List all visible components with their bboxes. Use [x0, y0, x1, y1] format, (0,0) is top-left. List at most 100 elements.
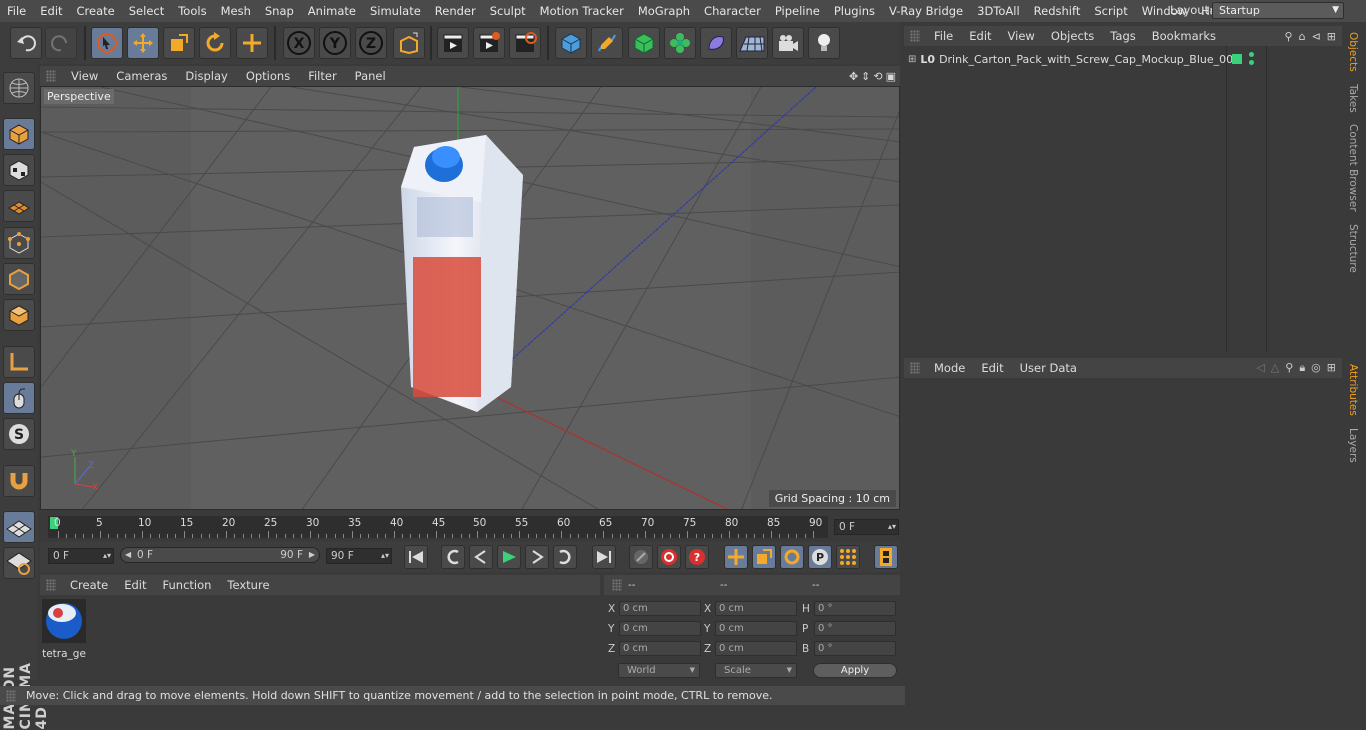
- material-menu-texture[interactable]: Texture: [219, 578, 277, 592]
- go-to-start-icon[interactable]: [404, 545, 428, 569]
- render-view-icon[interactable]: [437, 27, 469, 59]
- size-z-field[interactable]: 0 cm: [715, 641, 797, 656]
- tab-takes[interactable]: Takes: [1347, 84, 1359, 113]
- next-frame-icon[interactable]: [525, 545, 549, 569]
- menu-simulate[interactable]: Simulate: [363, 0, 428, 22]
- key-parameter-icon[interactable]: P: [808, 545, 832, 569]
- attributes-menu-user-data[interactable]: User Data: [1012, 361, 1085, 375]
- rotation-b-field[interactable]: 0 °: [814, 641, 896, 656]
- record-keys-icon[interactable]: [629, 545, 653, 569]
- render-visibility-dot[interactable]: [1249, 60, 1254, 65]
- next-key-icon[interactable]: [553, 545, 577, 569]
- layout-dropdown[interactable]: Startup ▼: [1212, 2, 1344, 19]
- edges-mode-icon[interactable]: [3, 263, 35, 295]
- menu-mesh[interactable]: Mesh: [214, 0, 258, 22]
- floor-icon[interactable]: [736, 27, 768, 59]
- menu-motion-tracker[interactable]: Motion Tracker: [533, 0, 631, 22]
- tab-objects[interactable]: Objects: [1347, 32, 1359, 72]
- tab-attributes[interactable]: Attributes: [1347, 364, 1359, 416]
- go-to-end-icon[interactable]: [592, 545, 616, 569]
- previous-frame-icon[interactable]: [469, 545, 493, 569]
- texture-mode-icon[interactable]: [3, 154, 35, 186]
- z-axis-icon[interactable]: Z: [355, 27, 387, 59]
- start-frame-field[interactable]: 0 F ▴▾: [48, 548, 114, 564]
- objects-menu-view[interactable]: View: [1000, 29, 1043, 43]
- y-axis-icon[interactable]: Y: [319, 27, 351, 59]
- snap-settings-icon[interactable]: [3, 547, 35, 579]
- menu-script[interactable]: Script: [1087, 0, 1134, 22]
- menu-file[interactable]: File: [0, 0, 33, 22]
- solo-icon[interactable]: S: [3, 418, 35, 450]
- redo-icon[interactable]: [45, 27, 77, 59]
- size-y-field[interactable]: 0 cm: [715, 621, 797, 636]
- workplane-icon[interactable]: [3, 72, 35, 104]
- autokeying-icon[interactable]: [657, 545, 681, 569]
- polygons-mode-icon[interactable]: [3, 299, 35, 331]
- back-arrow-icon[interactable]: ◁: [1256, 361, 1264, 375]
- render-picture-viewer-icon[interactable]: [473, 27, 505, 59]
- menu-snap[interactable]: Snap: [258, 0, 301, 22]
- points-mode-icon[interactable]: [3, 227, 35, 259]
- menu-animate[interactable]: Animate: [301, 0, 363, 22]
- model-mode-icon[interactable]: [3, 118, 35, 150]
- material-menu-function[interactable]: Function: [155, 578, 220, 592]
- lock-icon[interactable]: 🔒︎: [1299, 361, 1305, 375]
- pen-icon[interactable]: [591, 27, 623, 59]
- menu-sculpt[interactable]: Sculpt: [483, 0, 533, 22]
- material-menu-edit[interactable]: Edit: [116, 578, 154, 592]
- menu-vray-bridge[interactable]: V-Ray Bridge: [882, 0, 970, 22]
- expand-icon[interactable]: ⊞: [908, 54, 916, 65]
- home-icon[interactable]: ⌂: [1299, 30, 1306, 43]
- current-frame-field[interactable]: 0 F ▴▾: [834, 519, 899, 535]
- transform-icon[interactable]: [236, 27, 268, 59]
- snap-magnet-icon[interactable]: [3, 465, 35, 497]
- rotation-p-field[interactable]: 0 °: [814, 621, 896, 636]
- viewport-perspective[interactable]: Y Z X Perspective Grid Spacing : 10 cm: [40, 86, 900, 510]
- menu-mograph[interactable]: MoGraph: [631, 0, 697, 22]
- menu-plugins[interactable]: Plugins: [827, 0, 882, 22]
- position-x-field[interactable]: 0 cm: [619, 601, 701, 616]
- menu-3dtoall[interactable]: 3DToAll: [970, 0, 1027, 22]
- axis-mode-icon[interactable]: [3, 346, 35, 378]
- position-y-field[interactable]: 0 cm: [619, 621, 701, 636]
- live-select-icon[interactable]: [91, 27, 123, 59]
- new-window-icon[interactable]: ⊞: [1327, 361, 1336, 375]
- tab-layers[interactable]: Layers: [1347, 428, 1359, 463]
- camera-icon[interactable]: [772, 27, 804, 59]
- menu-select[interactable]: Select: [122, 0, 171, 22]
- viewport-menu-cameras[interactable]: Cameras: [107, 69, 176, 83]
- attributes-menu-mode[interactable]: Mode: [926, 361, 973, 375]
- key-pla-icon[interactable]: [836, 545, 860, 569]
- editor-visibility-dot[interactable]: [1249, 52, 1254, 57]
- viewport-zoom-icon[interactable]: ⇕: [861, 70, 870, 83]
- subdivision-icon[interactable]: [628, 27, 660, 59]
- objects-menu-objects[interactable]: Objects: [1043, 29, 1102, 43]
- menu-render[interactable]: Render: [428, 0, 483, 22]
- rotate-icon[interactable]: [199, 27, 231, 59]
- viewport-menu-view[interactable]: View: [62, 69, 107, 83]
- menu-character[interactable]: Character: [697, 0, 768, 22]
- key-position-icon[interactable]: [724, 545, 748, 569]
- move-icon[interactable]: [127, 27, 159, 59]
- viewport-menu-display[interactable]: Display: [176, 69, 236, 83]
- menu-pipeline[interactable]: Pipeline: [768, 0, 827, 22]
- cloner-icon[interactable]: [664, 27, 696, 59]
- new-window-icon[interactable]: ⊞: [1327, 30, 1336, 43]
- size-x-field[interactable]: 0 cm: [715, 601, 797, 616]
- menu-redshift[interactable]: Redshift: [1027, 0, 1088, 22]
- previous-key-icon[interactable]: [441, 545, 465, 569]
- material-menu-create[interactable]: Create: [62, 578, 116, 592]
- x-axis-icon[interactable]: X: [283, 27, 315, 59]
- menu-edit[interactable]: Edit: [33, 0, 69, 22]
- workplane-grid-icon[interactable]: [3, 190, 35, 222]
- search-icon[interactable]: ⚲: [1285, 361, 1293, 375]
- timeline-ruler[interactable]: 0 5 10 15 20 25 30 35 40 45 50 55 60 65 70 75 80 85 90 0 F…: [40, 512, 900, 542]
- object-row[interactable]: ⊞ L0 Drink_Carton_Pack_with_Screw_Cap_Mo…: [904, 50, 1342, 68]
- edit-render-settings-icon[interactable]: [509, 27, 541, 59]
- key-scale-icon[interactable]: [752, 545, 776, 569]
- viewport-rotate-icon[interactable]: ⟲: [873, 70, 882, 83]
- scale-icon[interactable]: [163, 27, 195, 59]
- coordinate-mode-dropdown[interactable]: World ▼: [618, 663, 700, 678]
- deformer-icon[interactable]: [700, 27, 732, 59]
- tab-content-browser[interactable]: Content Browser: [1347, 124, 1359, 212]
